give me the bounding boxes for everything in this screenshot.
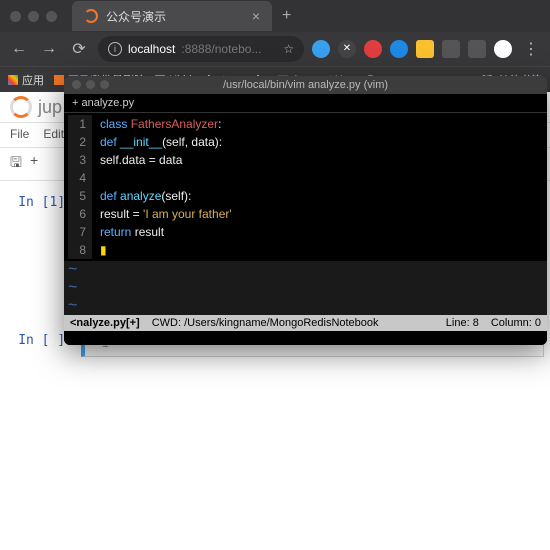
forward-button[interactable]: → <box>38 40 60 58</box>
site-info-icon[interactable]: i <box>108 42 122 56</box>
terminal-tab[interactable]: + analyze.py <box>64 94 547 113</box>
url-path: :8888/notebo... <box>181 42 261 56</box>
vim-statusline: <nalyze.py[+] CWD: /Users/kingname/Mongo… <box>64 315 547 331</box>
status-file: <nalyze.py[+] <box>70 317 140 329</box>
browser-tab[interactable]: 公众号演示 × <box>72 1 272 31</box>
term-close-icon[interactable] <box>72 80 81 89</box>
terminal-gap <box>64 331 547 345</box>
close-dot[interactable] <box>10 11 21 22</box>
menu-icon[interactable]: ⋮ <box>520 39 542 59</box>
term-min-icon[interactable] <box>86 80 95 89</box>
jupyter-logo-icon <box>10 96 32 118</box>
back-button[interactable]: ← <box>8 40 30 58</box>
terminal-window[interactable]: /usr/local/bin/vim analyze.py (vim) + an… <box>64 76 547 345</box>
add-cell-button[interactable]: + <box>30 152 38 176</box>
max-dot[interactable] <box>46 11 57 22</box>
menu-file[interactable]: File <box>10 127 29 143</box>
vim-tilde: ~ <box>64 297 547 315</box>
jupyter-favicon <box>84 9 98 23</box>
address-bar[interactable]: i localhost :8888/notebo... ☆ <box>98 36 304 62</box>
ext-icon-8[interactable] <box>494 40 512 58</box>
save-button[interactable]: 🖫 <box>10 152 22 176</box>
term-max-icon[interactable] <box>100 80 109 89</box>
url-host: localhost <box>128 42 175 56</box>
terminal-title: /usr/local/bin/vim analyze.py (vim) <box>223 79 388 91</box>
ext-icon-2[interactable]: ✕ <box>338 40 356 58</box>
menu-edit[interactable]: Edit <box>43 127 64 143</box>
terminal-body[interactable]: 1class FathersAnalyzer:2 def __init__(se… <box>64 113 547 261</box>
ext-icon-6[interactable] <box>442 40 460 58</box>
vim-tilde: ~ <box>64 261 547 279</box>
window-titlebar: 公众号演示 × + <box>0 0 550 32</box>
new-tab-button[interactable]: + <box>282 7 291 25</box>
bookmark-star-icon[interactable]: ☆ <box>283 42 294 56</box>
terminal-titlebar[interactable]: /usr/local/bin/vim analyze.py (vim) <box>64 76 547 94</box>
ext-icon-1[interactable] <box>312 40 330 58</box>
ext-icon-7[interactable] <box>468 40 486 58</box>
jupyter-brand: jup <box>38 97 62 118</box>
min-dot[interactable] <box>28 11 39 22</box>
vim-tilde: ~ <box>64 279 547 297</box>
close-tab-icon[interactable]: × <box>252 8 260 24</box>
ext-icon-4[interactable] <box>390 40 408 58</box>
reload-button[interactable]: ⟳ <box>68 39 90 59</box>
ext-icon-5[interactable] <box>416 40 434 58</box>
apps-button[interactable]: 应用 <box>8 72 44 88</box>
ext-icon-3[interactable] <box>364 40 382 58</box>
tab-title: 公众号演示 <box>106 8 166 25</box>
